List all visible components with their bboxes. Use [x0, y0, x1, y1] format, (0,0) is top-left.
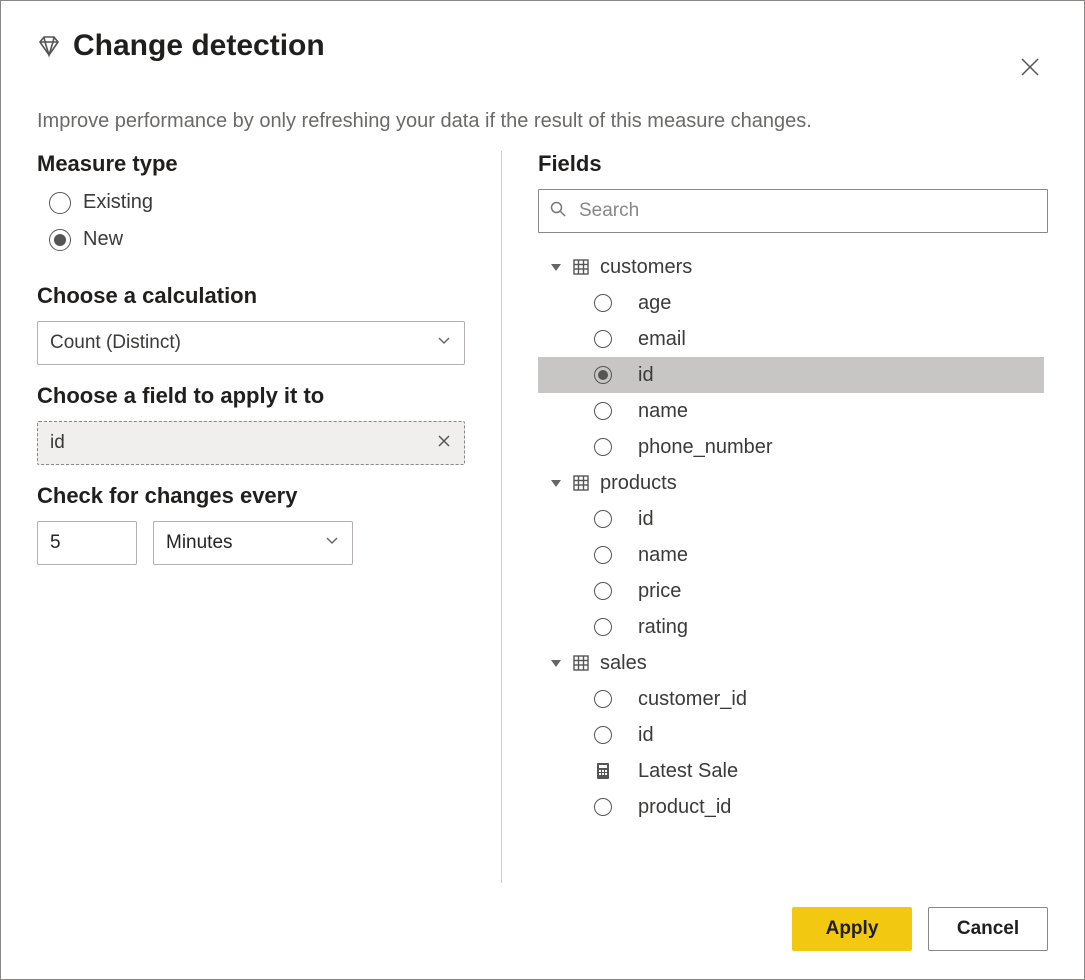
field-label: price: [622, 580, 681, 603]
chevron-down-icon: [324, 532, 340, 554]
search-icon: [549, 200, 567, 223]
table-label: products: [600, 472, 677, 495]
cancel-label: Cancel: [957, 918, 1019, 940]
close-button[interactable]: [1012, 49, 1048, 90]
radio-new-label: New: [83, 228, 123, 251]
field-label: rating: [622, 616, 688, 639]
table-node-customers[interactable]: customers: [538, 249, 1044, 285]
fields-tree[interactable]: customers age email id name phone_number…: [538, 249, 1048, 883]
calculation-select[interactable]: Count (Distinct): [37, 321, 465, 365]
interval-value: 5: [50, 532, 61, 554]
measure-node[interactable]: Latest Sale: [538, 753, 1044, 789]
radio-new[interactable]: New: [49, 228, 465, 251]
field-node[interactable]: id: [538, 717, 1044, 753]
calc-value: Count (Distinct): [50, 332, 181, 354]
field-label: phone_number: [622, 436, 773, 459]
table-label: customers: [600, 256, 692, 279]
dialog-footer: Apply Cancel: [1, 883, 1084, 979]
field-label: id: [622, 364, 654, 387]
expander-icon: [550, 478, 562, 488]
table-node-sales[interactable]: sales: [538, 645, 1044, 681]
radio-icon: [49, 229, 71, 251]
field-label: product_id: [622, 796, 731, 819]
field-apply-label: Choose a field to apply it to: [37, 383, 465, 409]
dialog-title: Change detection: [73, 29, 325, 63]
field-label: age: [622, 292, 671, 315]
chevron-down-icon: [436, 332, 452, 354]
diamond-icon: [37, 34, 61, 58]
field-node[interactable]: name: [538, 393, 1044, 429]
field-label: id: [622, 724, 654, 747]
field-label: Latest Sale: [622, 760, 738, 783]
table-icon: [572, 654, 590, 672]
table-icon: [572, 258, 590, 276]
fields-label: Fields: [538, 151, 1048, 177]
radio-existing[interactable]: Existing: [49, 191, 465, 214]
field-label: customer_id: [622, 688, 747, 711]
cancel-button[interactable]: Cancel: [928, 907, 1048, 951]
right-pane: Fields customers age emai: [538, 151, 1048, 883]
field-node-selected[interactable]: id: [538, 357, 1044, 393]
table-icon: [572, 474, 590, 492]
field-node[interactable]: phone_number: [538, 429, 1044, 465]
apply-button[interactable]: Apply: [792, 907, 912, 951]
field-node[interactable]: product_id: [538, 789, 1044, 825]
field-label: name: [622, 544, 688, 567]
clear-field-icon[interactable]: [436, 433, 452, 454]
field-label: name: [622, 400, 688, 423]
radio-existing-label: Existing: [83, 191, 153, 214]
left-pane: Measure type Existing New Choose a calcu…: [37, 151, 502, 883]
field-node[interactable]: customer_id: [538, 681, 1044, 717]
radio-icon: [49, 192, 71, 214]
interval-unit: Minutes: [166, 532, 233, 554]
field-node[interactable]: price: [538, 573, 1044, 609]
field-label: email: [622, 328, 686, 351]
dialog-subtitle: Improve performance by only refreshing y…: [1, 90, 1084, 133]
calculator-icon: [594, 762, 612, 780]
field-node[interactable]: rating: [538, 609, 1044, 645]
expander-icon: [550, 262, 562, 272]
measure-type-label: Measure type: [37, 151, 465, 177]
table-label: sales: [600, 652, 647, 675]
interval-value-input[interactable]: 5: [37, 521, 137, 565]
interval-unit-select[interactable]: Minutes: [153, 521, 353, 565]
fields-search[interactable]: [538, 189, 1048, 233]
field-node[interactable]: id: [538, 501, 1044, 537]
field-node[interactable]: age: [538, 285, 1044, 321]
search-input[interactable]: [577, 199, 1037, 223]
field-applied-box[interactable]: id: [37, 421, 465, 465]
field-label: id: [622, 508, 654, 531]
table-node-products[interactable]: products: [538, 465, 1044, 501]
field-node[interactable]: name: [538, 537, 1044, 573]
field-node[interactable]: email: [538, 321, 1044, 357]
interval-label: Check for changes every: [37, 483, 465, 509]
calc-label: Choose a calculation: [37, 283, 465, 309]
expander-icon: [550, 658, 562, 668]
change-detection-dialog: Change detection Improve performance by …: [0, 0, 1085, 980]
field-applied-value: id: [50, 432, 65, 454]
apply-label: Apply: [826, 918, 879, 940]
